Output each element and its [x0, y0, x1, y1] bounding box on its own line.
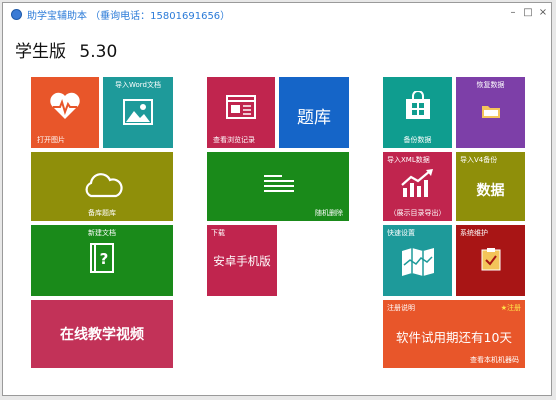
app-window: 助学宝辅助本 （垂询电话：15801691656） – □ × 学生版 5.30…: [2, 2, 552, 396]
question-book-icon: ?: [90, 243, 114, 273]
register-badge: ★注册: [500, 304, 521, 312]
cloud-icon: [85, 173, 123, 198]
import-xml-tile[interactable]: 导入XML数据 （展示目录导出）: [383, 152, 452, 221]
download-android-tile[interactable]: 下载 安卓手机版: [207, 225, 277, 296]
question-bank-label: 题库: [297, 108, 331, 128]
new-file-tile[interactable]: 新建文档 ?: [31, 225, 173, 296]
store-bag-icon: [406, 91, 430, 119]
random-delete-tile[interactable]: 随机删除: [207, 152, 349, 221]
edition-label: 学生版: [15, 42, 66, 62]
cloud-label: 备库题库: [88, 209, 116, 217]
folder-icon: [482, 106, 500, 118]
open-image-label: 打开图片: [37, 136, 65, 144]
window-title: 助学宝辅助本 （垂询电话：15801691656）: [27, 11, 231, 22]
lines-icon: [264, 175, 294, 192]
new-file-label: 新建文档: [88, 229, 116, 237]
import-xml-label: 导入XML数据: [387, 156, 430, 164]
version-label: 5.30: [79, 42, 118, 62]
view-history-label: 查看浏览记录: [213, 136, 255, 144]
backup-label: 备份数据: [403, 136, 432, 144]
page-title: 学生版 5.30: [15, 37, 117, 62]
trial-days-label: 软件试用期还有10天: [396, 330, 512, 345]
chart-up-icon: [401, 169, 433, 197]
restore-tile[interactable]: 恢复数据: [456, 77, 525, 148]
system-maint-label: 系统维护: [460, 229, 488, 237]
download-label: 下载: [211, 229, 225, 237]
import-xml-sublabel: （展示目录导出）: [389, 209, 446, 217]
maximize-button[interactable]: □: [522, 7, 534, 19]
register-label: 注册说明: [387, 304, 415, 312]
svg-text:?: ?: [100, 250, 109, 268]
app-logo-icon: [11, 9, 22, 20]
clipboard-icon: [481, 248, 501, 271]
quick-setup-label: 快速设置: [387, 229, 415, 237]
import-v4-label: 导入V4备份: [460, 156, 498, 164]
register-tile[interactable]: 注册说明 ★注册 软件试用期还有10天 查看本机机器码: [383, 300, 525, 368]
backup-tile[interactable]: 备份数据: [383, 77, 452, 148]
import-word-tile[interactable]: 导入Word文档: [103, 77, 173, 148]
import-v4-big-label: 数据: [476, 183, 505, 199]
import-word-label: 导入Word文档: [115, 81, 161, 89]
title-bar: 助学宝辅助本 （垂询电话：15801691656） – □ ×: [3, 3, 551, 25]
picture-icon: [123, 99, 153, 125]
map-icon: [402, 248, 434, 276]
view-history-tile[interactable]: 查看浏览记录: [207, 77, 275, 148]
online-video-tile[interactable]: 在线教学视频: [31, 300, 173, 368]
restore-label: 恢复数据: [476, 81, 505, 89]
question-bank-tile[interactable]: 题库: [279, 77, 349, 148]
android-version-label: 安卓手机版: [213, 254, 271, 268]
online-video-label: 在线教学视频: [60, 327, 144, 343]
close-button[interactable]: ×: [537, 7, 549, 19]
import-v4-tile[interactable]: 导入V4备份 数据: [456, 152, 525, 221]
quick-setup-tile[interactable]: 快速设置: [383, 225, 452, 296]
newspaper-icon: [226, 95, 256, 119]
heartbeat-icon: [50, 92, 80, 119]
system-maint-tile[interactable]: 系统维护: [456, 225, 525, 296]
minimize-button[interactable]: –: [507, 7, 519, 19]
cloud-tile[interactable]: 备库题库: [31, 152, 173, 221]
open-image-tile[interactable]: 打开图片: [31, 77, 99, 148]
random-delete-label: 随机删除: [315, 209, 343, 217]
machine-code-link[interactable]: 查看本机机器码: [470, 355, 519, 365]
